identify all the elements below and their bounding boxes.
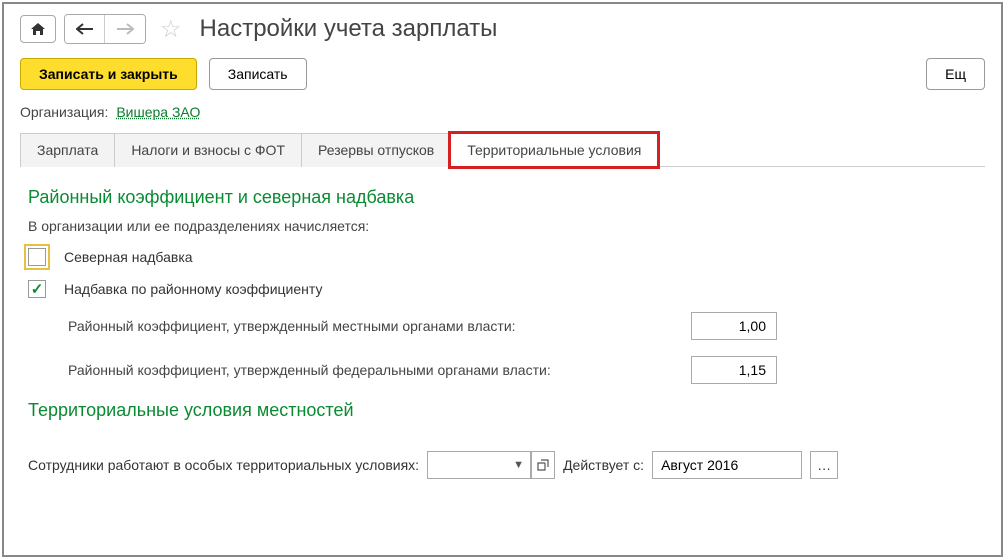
local-coef-row: Районный коэффициент, утвержденный местн…: [68, 312, 977, 340]
favorite-star-icon[interactable]: ☆: [160, 15, 182, 44]
federal-coef-label: Районный коэффициент, утвержденный федер…: [68, 362, 551, 378]
organization-value[interactable]: Вишера ЗАО: [116, 104, 200, 120]
home-button[interactable]: [20, 15, 56, 43]
territory-input[interactable]: [427, 451, 507, 479]
date-picker-button[interactable]: …: [810, 451, 838, 479]
territory-combo: ▼: [427, 451, 555, 479]
section-regional-subtitle: В организации или ее подразделениях начи…: [28, 218, 977, 234]
northern-allowance-row: Северная надбавка: [28, 248, 977, 266]
tabs: Зарплата Налоги и взносы с ФОТ Резервы о…: [20, 132, 985, 167]
section-territory-title: Территориальные условия местностей: [28, 400, 977, 421]
effective-from-input[interactable]: [652, 451, 802, 479]
territory-conditions-row: Сотрудники работают в особых территориал…: [4, 451, 1001, 479]
save-and-close-button[interactable]: Записать и закрыть: [20, 58, 197, 90]
local-coef-input[interactable]: [691, 312, 777, 340]
page-title: Настройки учета зарплаты: [200, 15, 498, 43]
back-button[interactable]: [65, 15, 105, 43]
more-button[interactable]: Ещ: [926, 58, 985, 90]
tab-territorial[interactable]: Территориальные условия: [450, 133, 658, 167]
local-coef-label: Районный коэффициент, утвержденный местн…: [68, 318, 516, 334]
tab-reserves[interactable]: Резервы отпусков: [301, 133, 451, 167]
tab-content: Районный коэффициент и северная надбавка…: [4, 167, 1001, 445]
toolbar: Записать и закрыть Записать Ещ: [4, 58, 1001, 104]
nav-back-forward: [64, 14, 146, 44]
federal-coef-row: Районный коэффициент, утвержденный федер…: [68, 356, 977, 384]
titlebar: ☆ Настройки учета зарплаты: [4, 4, 1001, 58]
federal-coef-input[interactable]: [691, 356, 777, 384]
app-window: ☆ Настройки учета зарплаты Записать и за…: [2, 2, 1003, 557]
check-icon: ✓: [31, 280, 44, 298]
tab-taxes[interactable]: Налоги и взносы с ФОТ: [114, 133, 302, 167]
save-button[interactable]: Записать: [209, 58, 307, 90]
organization-row: Организация: Вишера ЗАО: [4, 104, 1001, 132]
territory-dropdown-button[interactable]: ▼: [507, 451, 531, 479]
regional-coef-checkbox[interactable]: ✓: [28, 280, 46, 298]
territory-label: Сотрудники работают в особых территориал…: [28, 457, 419, 473]
forward-button[interactable]: [105, 15, 145, 43]
northern-allowance-label: Северная надбавка: [64, 249, 193, 265]
tab-salary[interactable]: Зарплата: [20, 133, 115, 167]
effective-from-label: Действует с:: [563, 457, 644, 473]
regional-coef-row: ✓ Надбавка по районному коэффициенту: [28, 280, 977, 298]
territory-open-button[interactable]: [531, 451, 555, 479]
organization-label: Организация:: [20, 104, 108, 120]
regional-coef-label: Надбавка по районному коэффициенту: [64, 281, 322, 297]
northern-allowance-checkbox[interactable]: [28, 248, 46, 266]
section-regional-title: Районный коэффициент и северная надбавка: [28, 187, 977, 208]
